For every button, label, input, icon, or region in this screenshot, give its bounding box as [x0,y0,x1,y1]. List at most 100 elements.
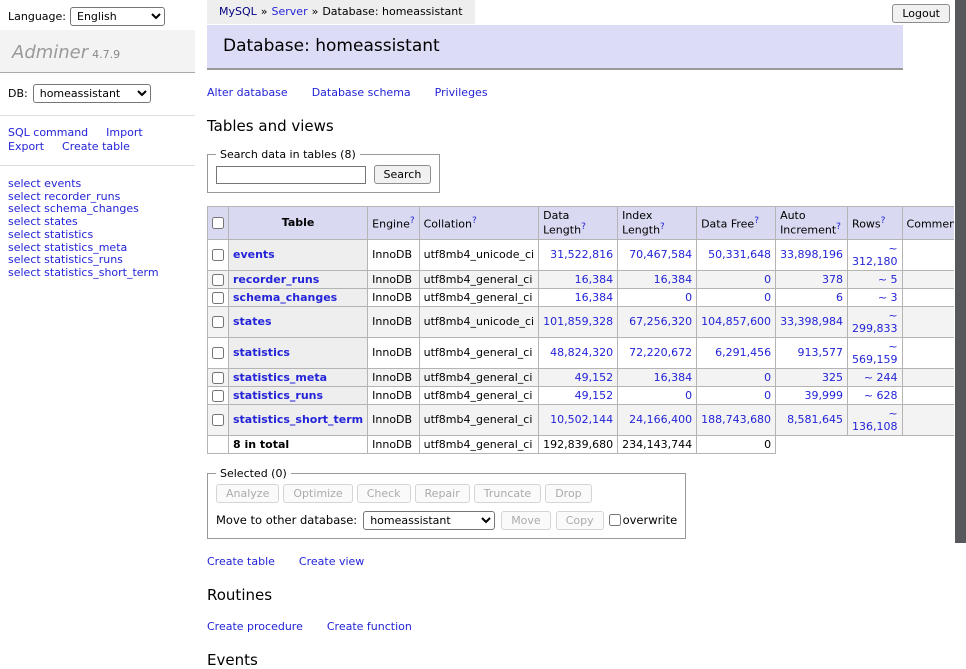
drop-button[interactable]: Drop [545,484,591,503]
help-link[interactable]: ? [836,222,841,232]
auto-increment-link[interactable]: 8,581,645 [787,413,843,426]
auto-increment-link[interactable]: 378 [822,273,843,286]
create-view-link[interactable]: Create view [299,555,364,568]
row-checkbox[interactable] [212,249,224,261]
sidebar-action-link[interactable]: Create table [62,140,130,153]
routine-links: Create procedure Create function [207,620,903,633]
data-free-link[interactable]: 0 [764,273,771,286]
row-checkbox[interactable] [212,390,224,402]
help-link[interactable]: ? [472,216,477,226]
auto-increment-link[interactable]: 6 [836,291,843,304]
table-name-link[interactable]: events [233,248,275,261]
row-checkbox[interactable] [212,347,224,359]
data-length-link[interactable]: 49,152 [575,389,614,402]
db-action-link[interactable]: Database schema [312,86,411,99]
sidebar-item-select-statistics_short_term[interactable]: select statistics_short_term [8,267,187,280]
language-select[interactable]: English [70,7,165,26]
help-link[interactable]: ? [581,222,586,232]
db-action-link[interactable]: Alter database [207,86,288,99]
table-name-link[interactable]: states [233,315,272,328]
rows-link[interactable]: ~ 244 [864,371,898,384]
breadcrumb-item[interactable]: MySQL [219,5,257,18]
index-length-link[interactable]: 0 [685,389,692,402]
data-free-link[interactable]: 104,857,600 [701,315,771,328]
rows-link[interactable]: ~ 628 [864,389,898,402]
search-input[interactable] [216,166,366,184]
rows-link[interactable]: ~ 312,180 [852,242,898,268]
move-db-select[interactable]: homeassistant [363,511,495,530]
auto-increment-link[interactable]: 33,898,196 [780,248,843,261]
row-checkbox[interactable] [212,274,224,286]
sidebar-action-link[interactable]: SQL command [8,126,88,139]
truncate-button[interactable]: Truncate [474,484,541,503]
row-checkbox[interactable] [212,316,224,328]
repair-button[interactable]: Repair [415,484,470,503]
table-name-link[interactable]: statistics_meta [233,371,327,384]
index-length-link[interactable]: 16,384 [654,371,693,384]
search-button[interactable]: Search [374,165,432,184]
data-free-link[interactable]: 50,331,648 [708,248,771,261]
auto-increment-link[interactable]: 39,999 [805,389,844,402]
create-function-link[interactable]: Create function [327,620,412,633]
analyze-button[interactable]: Analyze [216,484,279,503]
table-name-link[interactable]: statistics [233,346,290,359]
data-length-link[interactable]: 31,522,816 [550,248,613,261]
overwrite-checkbox[interactable] [609,514,621,526]
db-select[interactable]: homeassistant [33,84,151,103]
auto-increment-link[interactable]: 325 [822,371,843,384]
help-link[interactable]: ? [410,216,415,226]
sidebar-item-select-events[interactable]: select events [8,178,187,191]
index-length-link[interactable]: 67,256,320 [629,315,692,328]
data-free-link[interactable]: 0 [764,291,771,304]
sidebar-item-select-statistics[interactable]: select statistics [8,229,187,242]
table-name-link[interactable]: statistics_short_term [233,413,363,426]
auto-increment-link[interactable]: 913,577 [798,346,844,359]
index-length-link[interactable]: 24,166,400 [629,413,692,426]
index-length-link[interactable]: 72,220,672 [629,346,692,359]
sidebar-item-select-states[interactable]: select states [8,216,187,229]
db-action-link[interactable]: Privileges [435,86,488,99]
sidebar-action-link[interactable]: Export [8,140,44,153]
data-free-cell: 104,857,600 [697,306,776,337]
copy-button[interactable]: Copy [556,511,604,530]
data-length-link[interactable]: 16,384 [575,273,614,286]
vertical-scrollbar[interactable] [954,0,966,543]
create-procedure-link[interactable]: Create procedure [207,620,303,633]
check-button[interactable]: Check [357,484,411,503]
data-free-link[interactable]: 0 [764,389,771,402]
data-free-link[interactable]: 188,743,680 [701,413,771,426]
row-checkbox[interactable] [212,372,224,384]
data-free-link[interactable]: 6,291,456 [715,346,771,359]
column-header-label: Index Length [622,209,660,237]
rows-link[interactable]: ~ 136,108 [852,407,898,433]
data-length-link[interactable]: 101,859,328 [543,315,613,328]
auto-increment-link[interactable]: 33,398,984 [780,315,843,328]
data-free-link[interactable]: 0 [764,371,771,384]
table-name-link[interactable]: statistics_runs [233,389,323,402]
auto-increment-cell: 378 [776,270,848,288]
table-name-link[interactable]: recorder_runs [233,273,319,286]
help-link[interactable]: ? [881,216,886,226]
data-length-link[interactable]: 10,502,144 [550,413,613,426]
create-table-link[interactable]: Create table [207,555,275,568]
index-length-link[interactable]: 0 [685,291,692,304]
row-checkbox[interactable] [212,292,224,304]
optimize-button[interactable]: Optimize [283,484,352,503]
rows-link[interactable]: ~ 3 [878,291,898,304]
row-checkbox[interactable] [212,414,224,426]
data-length-link[interactable]: 16,384 [575,291,614,304]
help-link[interactable]: ? [754,216,759,226]
select-all-checkbox[interactable] [212,217,224,229]
breadcrumb-item[interactable]: Server [272,5,308,18]
sidebar-action-link[interactable]: Import [106,126,143,139]
rows-link[interactable]: ~ 5 [878,273,898,286]
table-name-link[interactable]: schema_changes [233,291,337,304]
index-length-link[interactable]: 16,384 [654,273,693,286]
rows-link[interactable]: ~ 299,833 [852,309,898,335]
rows-link[interactable]: ~ 569,159 [852,340,898,366]
data-length-link[interactable]: 48,824,320 [550,346,613,359]
help-link[interactable]: ? [660,222,665,232]
move-button[interactable]: Move [501,511,551,530]
data-length-link[interactable]: 49,152 [575,371,614,384]
index-length-link[interactable]: 70,467,584 [629,248,692,261]
